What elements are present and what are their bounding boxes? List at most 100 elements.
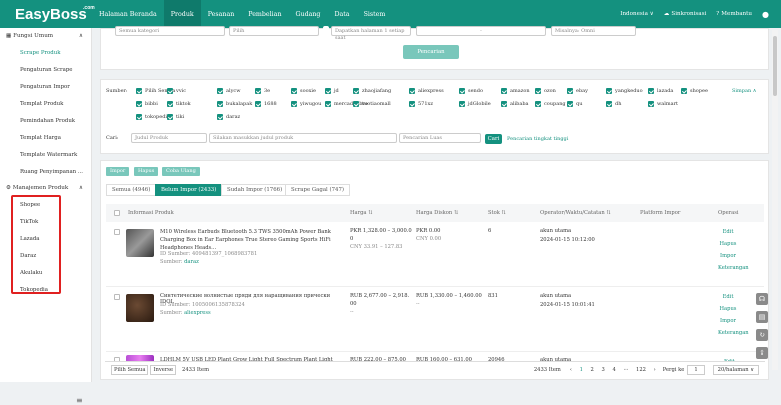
- source-checkbox-walmart[interactable]: walmart: [648, 101, 678, 107]
- source-checkbox-tiki[interactable]: tiki: [167, 114, 184, 120]
- sync-button[interactable]: ☁ Sinkronisasi: [664, 11, 707, 17]
- upload-icon[interactable]: ⇪: [756, 347, 768, 359]
- source-checkbox-vvic[interactable]: vvic: [167, 88, 186, 94]
- source-checkbox-3e[interactable]: 3e: [255, 88, 270, 94]
- select-all-button[interactable]: Pilih Semua: [111, 364, 149, 375]
- product-title[interactable]: M10 Wireless Earbuds Bluetooth 5.3 TWS 3…: [160, 228, 340, 252]
- range-input[interactable]: -: [416, 26, 546, 36]
- scrollbar[interactable]: [772, 30, 778, 370]
- source-checkbox-yiwugou[interactable]: yiwugou: [291, 101, 321, 107]
- nav-pesanan[interactable]: Pesanan: [201, 0, 242, 28]
- source-checkbox-bukalapak[interactable]: bukalapak: [217, 101, 252, 107]
- source-checkbox-jd[interactable]: jd: [325, 88, 339, 94]
- sidebar-item-pengaturan-impor[interactable]: Pengaturan Impor: [0, 78, 91, 95]
- help-button[interactable]: ? Membantu: [716, 11, 752, 17]
- import-link[interactable]: Impor: [718, 253, 738, 259]
- source-checkbox-bibbi[interactable]: bibbi: [136, 101, 158, 107]
- source-link[interactable]: daraz: [184, 259, 199, 265]
- tab-belum-impor[interactable]: Belum Impor (2433): [155, 184, 223, 196]
- page-122[interactable]: 122: [634, 367, 648, 373]
- cari-field-select[interactable]: Judul Produk: [131, 133, 207, 143]
- col-harga-diskon[interactable]: Harga Diskon ⇅: [416, 210, 458, 216]
- row-checkbox[interactable]: [114, 294, 120, 300]
- note-link[interactable]: Keterangan: [718, 265, 749, 271]
- select-all-checkbox[interactable]: [114, 210, 120, 216]
- source-checkbox-alibaba[interactable]: alibaba: [501, 101, 529, 107]
- prev-page-button[interactable]: ‹: [568, 367, 574, 373]
- category-select[interactable]: Semua kategori: [115, 26, 225, 36]
- tab-semua[interactable]: Semua (4946): [106, 184, 157, 196]
- col-operator[interactable]: Operator/Waktu/Catatan ⇅: [540, 210, 611, 216]
- nav-sistem[interactable]: Sistem: [357, 0, 393, 28]
- goto-input[interactable]: 1: [687, 364, 705, 375]
- product-thumbnail[interactable]: [126, 229, 154, 257]
- source-checkbox-zhaojiafang[interactable]: zhaojiafang: [353, 88, 391, 94]
- source-checkbox-shopee[interactable]: shopee: [681, 88, 708, 94]
- simpan-toggle[interactable]: Simpan ∧: [732, 88, 756, 94]
- cari-button[interactable]: Cari: [485, 134, 502, 144]
- source-checkbox-yangkeduo[interactable]: yangkeduo: [606, 88, 643, 94]
- source-checkbox-tiktok[interactable]: tiktok: [167, 101, 191, 107]
- source-checkbox-amazon[interactable]: amazon: [501, 88, 530, 94]
- pilih-select[interactable]: Pilih: [229, 26, 319, 36]
- sidebar-item-pengaturan-scrape[interactable]: Pengaturan Scrape: [0, 61, 91, 78]
- row-checkbox[interactable]: [114, 229, 120, 235]
- delete-link[interactable]: Hapus: [718, 306, 738, 312]
- sidebar-section-manajemen[interactable]: ⚙ Manajemen Produk ∧: [0, 180, 91, 196]
- search-button[interactable]: Pencarian: [403, 45, 459, 59]
- page-3[interactable]: 3: [600, 367, 607, 373]
- sidebar-item-template-watermark[interactable]: Template Watermark: [0, 146, 91, 163]
- nav-gudang[interactable]: Gudang: [289, 0, 328, 28]
- menu-icon[interactable]: ≡: [76, 396, 83, 405]
- page-ellipsis[interactable]: ···: [621, 367, 630, 373]
- next-page-button[interactable]: ›: [652, 367, 658, 373]
- user-icon[interactable]: ●: [762, 10, 769, 19]
- source-checkbox-ebay[interactable]: ebay: [567, 88, 588, 94]
- keyword-input[interactable]: Misalnya: Omni: [551, 26, 636, 36]
- tab-scrape-gagal[interactable]: Scrape Gagal (747): [285, 184, 350, 196]
- source-checkbox-jdglobile[interactable]: jdGlobile: [459, 101, 491, 107]
- source-checkbox-sooxie[interactable]: sooxie: [291, 88, 316, 94]
- nav-data[interactable]: Data: [327, 0, 356, 28]
- col-stok[interactable]: Stok ⇅: [488, 210, 506, 216]
- invert-button[interactable]: Inverse: [150, 364, 177, 375]
- page-4[interactable]: 4: [610, 367, 617, 373]
- source-checkbox-coupang[interactable]: coupang: [535, 101, 566, 107]
- source-checkbox-alycw[interactable]: alycw: [217, 88, 241, 94]
- page-1[interactable]: 1: [578, 367, 585, 373]
- headset-icon[interactable]: ☊: [756, 293, 768, 305]
- page-2[interactable]: 2: [589, 367, 596, 373]
- source-checkbox-qu[interactable]: qu: [567, 101, 582, 107]
- sidebar-item-templat-harga[interactable]: Templat Harga: [0, 129, 91, 146]
- sidebar-section-fungsi[interactable]: ▦ Fungsi Umum ∧: [0, 28, 91, 44]
- source-checkbox-lazada[interactable]: lazada: [648, 88, 673, 94]
- dapatkan-select[interactable]: Dapatkan halaman 1 setiap saat: [331, 26, 411, 41]
- source-checkbox-1688[interactable]: 1688: [255, 101, 277, 107]
- search-mode-select[interactable]: Pencarian Luas: [399, 133, 481, 143]
- sidebar-item-ruang-penyimpanan[interactable]: Ruang Penyimpanan ...: [0, 163, 91, 180]
- source-checkbox-sendo[interactable]: sendo: [459, 88, 483, 94]
- source-checkbox-dh[interactable]: dh: [606, 101, 621, 107]
- sidebar-item-pemindahan-produk[interactable]: Pemindahan Produk: [0, 112, 91, 129]
- source-checkbox-daraz[interactable]: daraz: [217, 114, 240, 120]
- edit-link[interactable]: Edit: [718, 229, 738, 235]
- doc-icon[interactable]: ▤: [756, 311, 768, 323]
- page-size-select[interactable]: 20/halaman ∨: [712, 364, 759, 375]
- import-link[interactable]: Impor: [718, 318, 738, 324]
- source-checkbox-ozon[interactable]: ozon: [535, 88, 556, 94]
- retry-button[interactable]: Coba Ulang: [162, 167, 200, 176]
- nav-produk[interactable]: Produk: [163, 0, 201, 28]
- delete-link[interactable]: Hapus: [718, 241, 738, 247]
- note-link[interactable]: Keterangan: [718, 330, 749, 336]
- source-checkbox-tuotiaomall[interactable]: tuotiaomall: [353, 101, 391, 107]
- easyboss-logo[interactable]: EasyBoss .com: [15, 5, 95, 23]
- product-title-input[interactable]: Silakan masukkan judul produk: [209, 133, 397, 143]
- source-checkbox-571xz[interactable]: 571xz: [409, 101, 433, 107]
- source-checkbox-aliexpress[interactable]: aliexpress: [409, 88, 444, 94]
- tab-sudah-impor[interactable]: Sudah Impor (1766): [221, 184, 289, 196]
- col-harga[interactable]: Harga ⇅: [350, 210, 373, 216]
- import-button[interactable]: Impor: [106, 167, 130, 176]
- nav-beranda[interactable]: Halaman Beranda: [92, 0, 164, 28]
- edit-link[interactable]: Edit: [718, 294, 738, 300]
- advanced-search-link[interactable]: Pencarian tingkat tinggi: [507, 136, 568, 142]
